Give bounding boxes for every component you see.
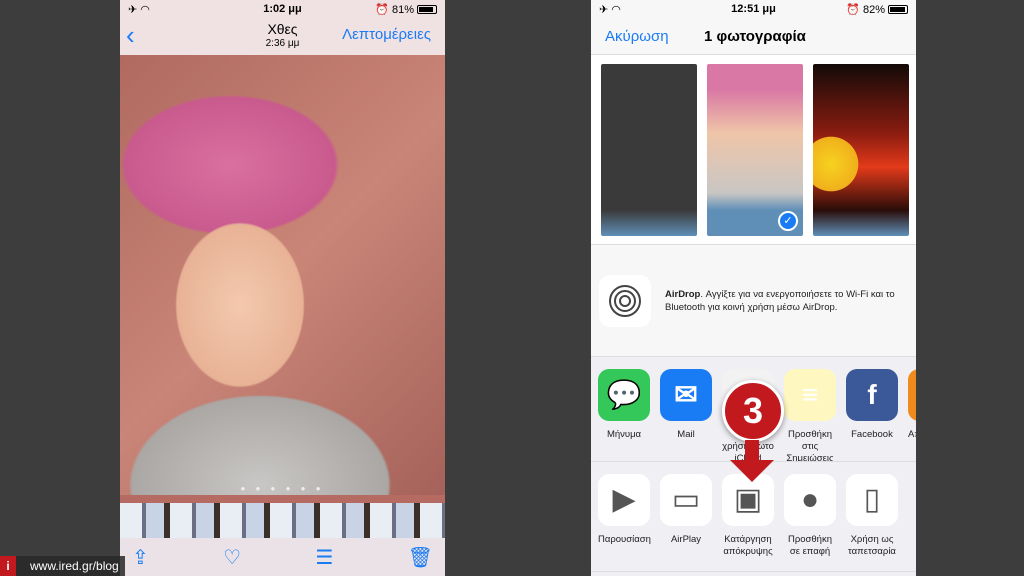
share-app[interactable]: ▤ Αποθήκευση PDF (908, 369, 916, 461)
share-icon[interactable]: ⇪ (132, 545, 149, 570)
airplay-icon: ▭ (660, 474, 712, 526)
status-bar: ✈ ◠ 12:51 μμ ⏰ 82% (591, 0, 916, 18)
action-item[interactable]: ● Προσθήκη σε επαφή (784, 474, 836, 571)
status-bar: ✈ ◠ 1:02 μμ ⏰ 81% (120, 0, 445, 18)
details-button[interactable]: Λεπτομέρειες (342, 26, 431, 43)
battery-icon (417, 5, 437, 15)
battery-icon (888, 5, 908, 15)
ired-logo: i (0, 556, 16, 576)
action-item[interactable]: ▯ Χρήση ως ταπετσαρία (846, 474, 898, 571)
action-label: Κατάργηση απόκρυψης (723, 534, 773, 557)
status-time: 12:51 μμ (731, 3, 776, 15)
app-label: Αποθήκευση PDF (908, 429, 916, 440)
app-icon: ▤ (908, 369, 916, 421)
cancel-button[interactable]: Ακύρωση (605, 28, 669, 45)
photo-picker: ✓ (591, 55, 916, 245)
share-app[interactable]: 💬 Μήνυμα (598, 369, 650, 461)
share-sheet-screen: ✈ ◠ 12:51 μμ ⏰ 82% Ακύρωση 1 φωτογραφία … (591, 0, 916, 576)
app-label: Mail (677, 429, 695, 440)
status-time: 1:02 μμ (263, 3, 302, 15)
action-item[interactable]: ▶ Παρουσίαση (598, 474, 651, 571)
app-label: Facebook (851, 429, 893, 440)
share-app[interactable]: ✉ Mail (660, 369, 712, 461)
action-item[interactable]: ▣ Κατάργηση απόκρυψης (722, 474, 774, 571)
thumbnail-strip[interactable] (120, 503, 445, 538)
bottom-toolbar: ⇪ ♡ ☰ 🗑 (120, 538, 445, 576)
play-icon: ▶ (598, 474, 650, 526)
trash-icon[interactable]: 🗑 (408, 545, 433, 570)
share-app[interactable]: ≡ Προσθήκη στις Σημειώσεις (784, 369, 836, 461)
watermark-text: www.ired.gr/blog (30, 559, 119, 573)
nav-title: 1 φωτογραφία (704, 28, 806, 45)
app-label: Μήνυμα (606, 429, 642, 440)
action-label: Προσθήκη σε επαφή (787, 534, 832, 557)
action-label: Χρήση ως ταπετσαρία (848, 534, 896, 557)
share-app[interactable]: f Facebook (846, 369, 898, 461)
annotation-arrowhead (730, 460, 774, 482)
photo-thumbnail[interactable] (601, 64, 697, 236)
photo-thumbnail-selected[interactable]: ✓ (707, 64, 803, 236)
action-item[interactable]: ▭ AirPlay (660, 474, 712, 571)
app-icon: 💬 (598, 369, 650, 421)
app-icon: f (846, 369, 898, 421)
contact-icon: ● (784, 474, 836, 526)
app-icon: ✉ (660, 369, 712, 421)
action-label: AirPlay (670, 534, 702, 545)
checkmark-icon: ✓ (778, 211, 798, 231)
action-label: Παρουσίαση (598, 534, 651, 545)
photo-viewer-screen: ✈ ◠ 1:02 μμ ⏰ 81% ‹ Χθες 2:36 μμ Λεπτομέ… (120, 0, 445, 576)
app-label: Προσθήκη στις Σημειώσεις (786, 429, 834, 462)
photo-thumbnail[interactable] (813, 64, 909, 236)
photo[interactable] (120, 55, 445, 495)
app-icon: ≡ (784, 369, 836, 421)
airdrop-text: . Αγγίξτε για να ενεργοποιήσετε το Wi‑Fi… (665, 288, 895, 313)
airdrop-row[interactable]: AirDrop. Αγγίξτε για να ενεργοποιήσετε τ… (591, 245, 916, 357)
page-dots: ● ● ● ● ● ● (240, 484, 325, 493)
watermark: i www.ired.gr/blog (0, 556, 125, 576)
airdrop-icon (599, 274, 651, 327)
phone-icon: ▯ (846, 474, 898, 526)
adjust-sliders-icon[interactable]: ☰ (315, 545, 333, 570)
step-badge: 3 (722, 380, 784, 442)
top-bar: ✈ ◠ 1:02 μμ ⏰ 81% ‹ Χθες 2:36 μμ Λεπτομέ… (120, 0, 445, 55)
airdrop-title: AirDrop (665, 288, 701, 300)
heart-icon[interactable]: ♡ (223, 545, 241, 570)
